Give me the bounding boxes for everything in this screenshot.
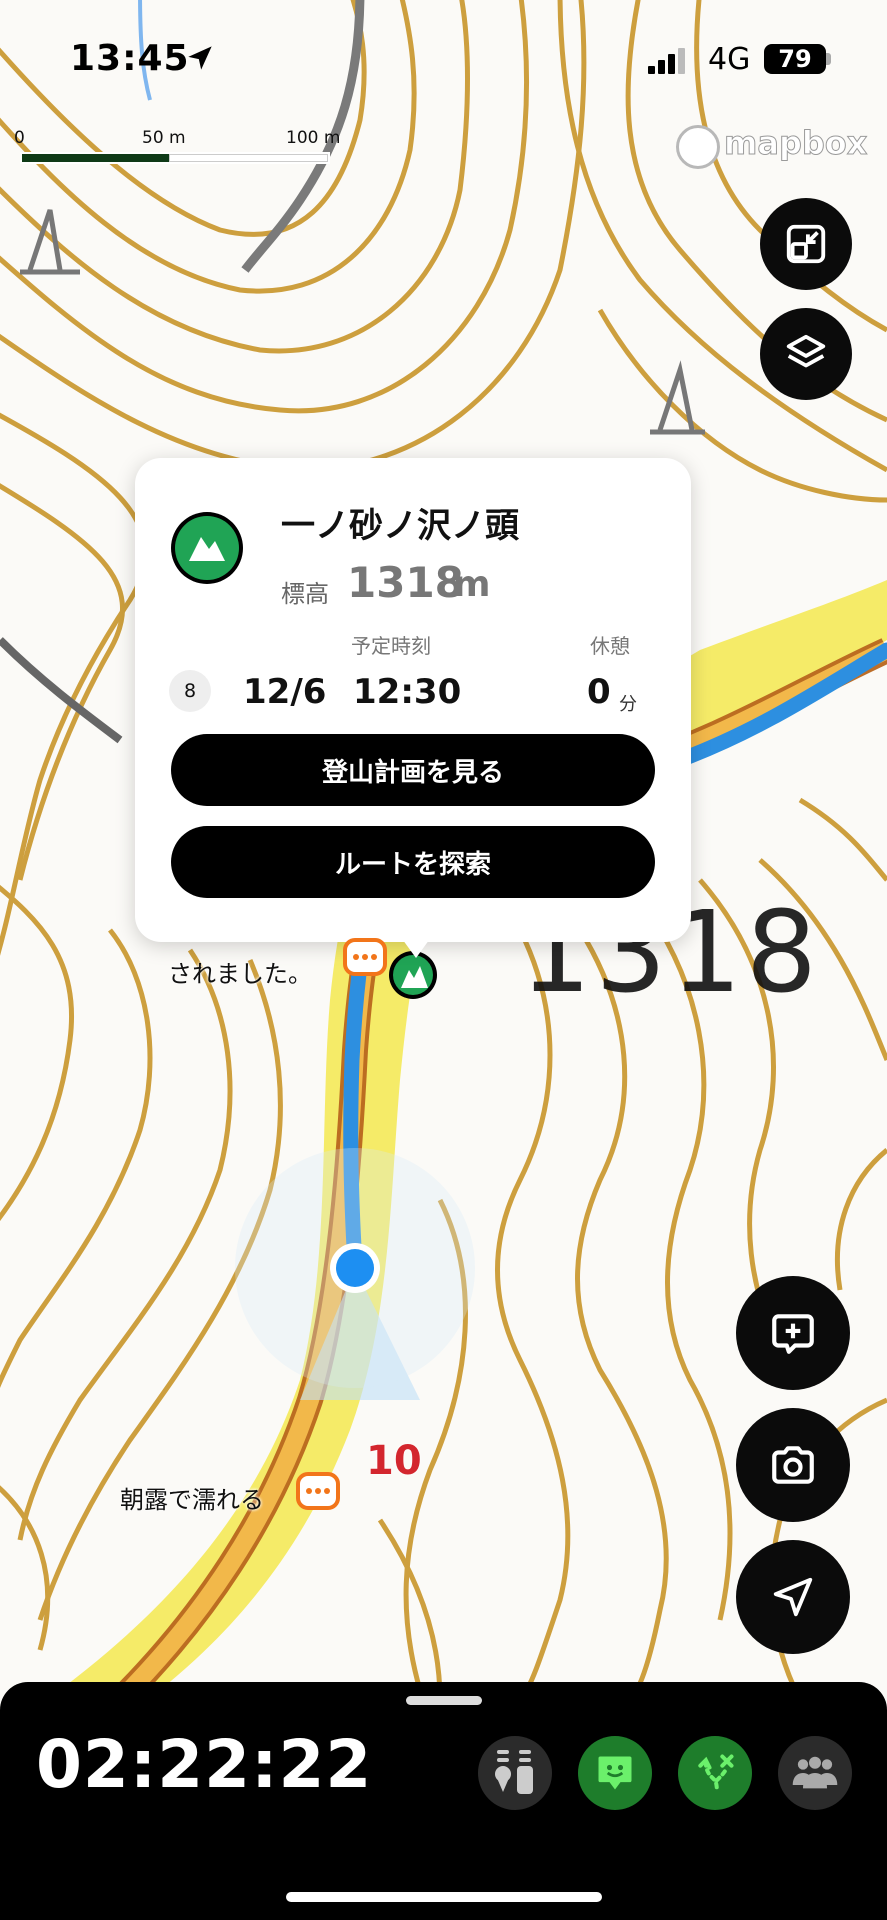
comment-icon[interactable] <box>296 1472 340 1510</box>
collapse-icon <box>786 224 826 264</box>
fullscreen-toggle-button[interactable] <box>760 198 852 290</box>
network-type: 4G <box>708 42 751 77</box>
group-icon <box>792 1756 838 1789</box>
comment-icon[interactable] <box>343 938 387 976</box>
status-bar: 13:45 4G 79 <box>0 0 887 110</box>
rest-unit: 分 <box>619 694 637 715</box>
peak-name: 一ノ砂ノ沢ノ頭 <box>281 506 519 546</box>
mountain-icon <box>189 537 225 561</box>
route-point-number[interactable]: 10 <box>366 1438 422 1484</box>
elevation-unit: m <box>453 564 491 605</box>
elevation-value: 1318 <box>347 558 464 607</box>
map-scale-bar: 0 50 m 100 m <box>14 128 344 168</box>
home-indicator <box>286 1892 602 1902</box>
rest-value: 0 <box>587 672 611 712</box>
scale-label-50: 50 m <box>142 128 186 148</box>
location-arrow-icon <box>773 1577 813 1617</box>
route-tool-button[interactable] <box>678 1736 752 1810</box>
group-tool-button[interactable] <box>778 1736 852 1810</box>
layers-icon <box>786 334 826 368</box>
schedule-time-header: 予定時刻 <box>351 634 431 658</box>
battery-tip <box>826 53 831 65</box>
scale-label-100: 100 m <box>286 128 341 148</box>
add-comment-icon <box>772 1314 814 1354</box>
chat-face-icon <box>598 1756 632 1790</box>
camera-icon <box>772 1446 814 1484</box>
map-comment-label[interactable]: されました。 <box>168 954 312 989</box>
add-post-button[interactable] <box>736 1276 850 1390</box>
location-arrow-icon <box>188 46 212 70</box>
mapbox-attribution[interactable]: mapbox <box>723 124 867 163</box>
drag-handle[interactable] <box>406 1696 482 1705</box>
map-comment-label[interactable]: 朝露で濡れる <box>120 1480 264 1515</box>
elapsed-time: 02:22:22 <box>36 1726 373 1803</box>
route-deviation-icon <box>698 1754 734 1794</box>
camera-button[interactable] <box>736 1408 850 1522</box>
explore-route-button[interactable]: ルートを探索 <box>171 826 655 898</box>
scale-bar <box>20 152 330 164</box>
scheduled-time: 12:30 <box>353 672 462 712</box>
view-plan-button[interactable]: 登山計画を見る <box>171 734 655 806</box>
notes-tool-button[interactable] <box>578 1736 652 1810</box>
checkpoint-icon <box>495 1750 533 1794</box>
peak-icon <box>171 512 243 584</box>
elevation-label: 標高 <box>281 580 329 608</box>
activity-bottom-panel[interactable]: 02:22:22 <box>0 1682 887 1920</box>
mapbox-logo-icon <box>676 125 720 169</box>
step-number-badge: 8 <box>169 670 211 712</box>
peak-info-popup[interactable]: 一ノ砂ノ沢ノ頭 標高 1318 m 予定時刻 休憩 8 12/6 12:30 0… <box>135 458 691 942</box>
scale-label-0: 0 <box>14 128 25 148</box>
cellular-signal-icon <box>648 48 685 74</box>
popup-tail <box>400 936 432 958</box>
current-location-button[interactable] <box>736 1540 850 1654</box>
scheduled-date: 12/6 <box>243 672 327 712</box>
map-layers-button[interactable] <box>760 308 852 400</box>
rest-header: 休憩 <box>590 634 630 658</box>
checkpoint-tool-button[interactable] <box>478 1736 552 1810</box>
status-time: 13:45 <box>70 38 190 79</box>
battery-level: 79 <box>764 44 826 74</box>
